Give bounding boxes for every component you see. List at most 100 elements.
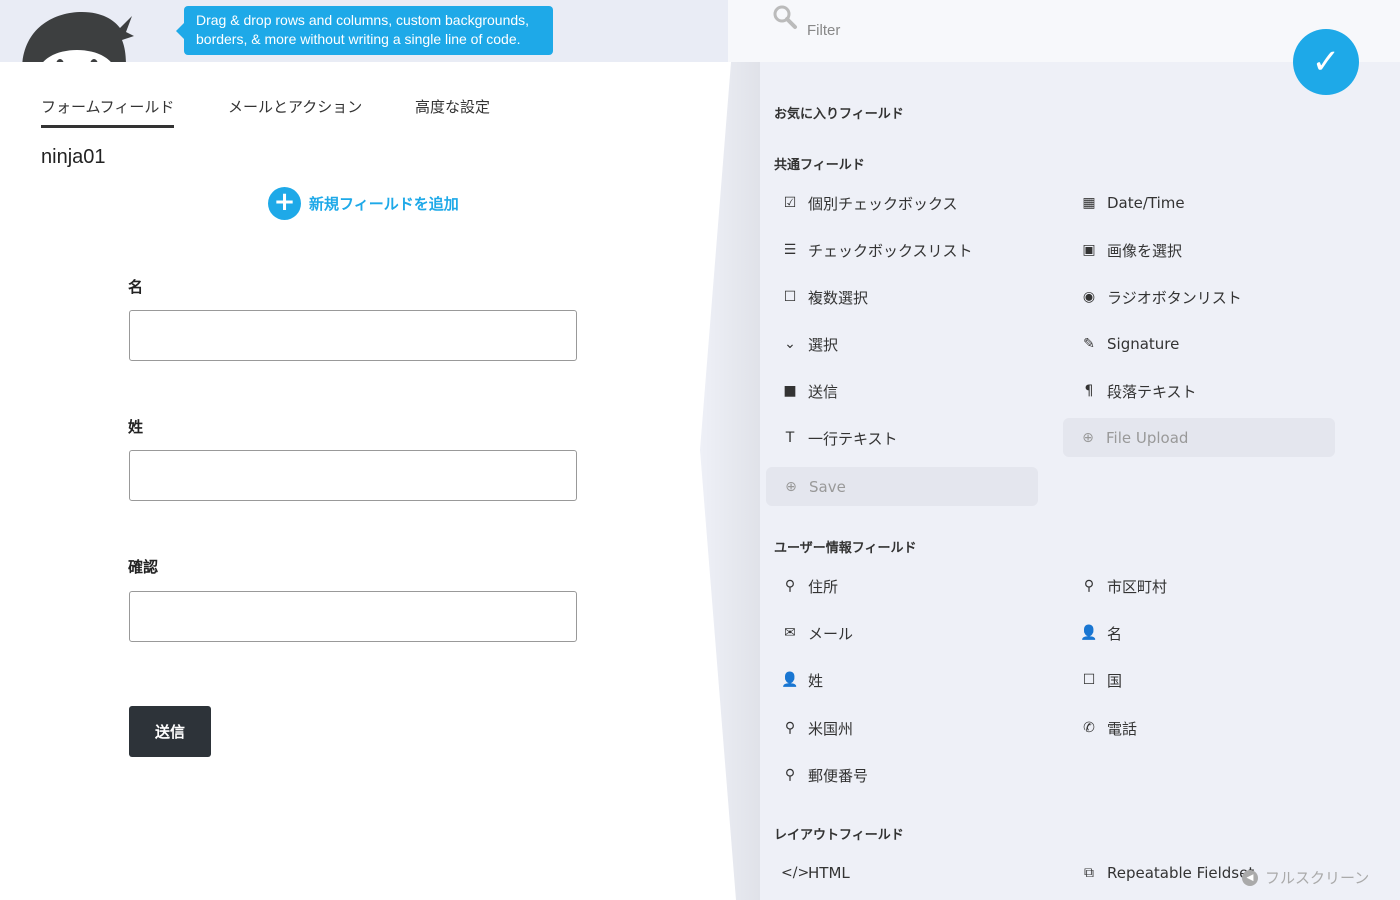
field-type-label: 名 [1107, 624, 1123, 643]
field-type-user-4[interactable]: 👤 姓 [781, 668, 823, 692]
field-type-user-6[interactable]: ⚲ 米国州 [781, 716, 853, 740]
field-type-common-3[interactable]: ▣ 画像を選択 [1080, 238, 1182, 262]
map-marker-icon: ⚲ [1083, 578, 1095, 594]
field-type-label: 米国州 [808, 719, 854, 738]
tab-emails-actions[interactable]: メールとアクション [228, 96, 362, 125]
field-type-layout-1[interactable]: ⧉ Repeatable Fieldset [1080, 861, 1254, 885]
ninja-logo [22, 10, 134, 62]
list-icon: ☰ [783, 242, 797, 258]
field-type-label: Signature [1107, 335, 1180, 353]
field-type-label: 国 [1107, 671, 1123, 690]
submit-button[interactable]: 送信 [129, 706, 211, 757]
field-type-common-11[interactable]: ⊕ File Upload [1063, 418, 1335, 457]
phone-icon: ✆ [1083, 720, 1095, 736]
field-type-label: 画像を選択 [1107, 241, 1183, 260]
done-button[interactable]: ✓ [1293, 29, 1359, 95]
map-marker-icon: ⚲ [784, 720, 796, 736]
field-type-label: 一行テキスト [808, 429, 898, 448]
user-icon: 👤 [1080, 625, 1098, 641]
field-type-common-4[interactable]: ☐ 複数選択 [781, 285, 868, 309]
check-icon: ✓ [1311, 43, 1341, 81]
field-type-common-12[interactable]: ⊕ Save [766, 467, 1038, 506]
field-type-label: Date/Time [1107, 194, 1185, 212]
paragraph-icon: ¶ [1084, 383, 1094, 399]
field-type-label: ラジオボタンリスト [1107, 288, 1242, 307]
square-icon: ☐ [783, 289, 797, 305]
field-type-user-0[interactable]: ⚲ 住所 [781, 574, 838, 598]
filter-input[interactable] [807, 22, 1107, 39]
upload-icon: ⊕ [1082, 429, 1094, 446]
checkbox-icon: ☑ [783, 195, 797, 211]
field-type-user-2[interactable]: ✉ メール [781, 621, 853, 645]
user-icon: 👤 [781, 672, 799, 688]
field-type-label: 個別チェックボックス [808, 194, 958, 213]
field-type-user-3[interactable]: 👤 名 [1080, 621, 1122, 645]
field-type-label: Repeatable Fieldset [1107, 864, 1255, 882]
arrow-left-icon: ◀ [1242, 869, 1258, 886]
field-label-last-name: 姓 [128, 418, 144, 436]
field-type-common-6[interactable]: ⌄ 選択 [781, 332, 838, 356]
favorites-heading: お気に入りフィールド [774, 107, 904, 122]
square-icon: ☐ [1082, 672, 1096, 688]
field-label-first-name: 名 [128, 278, 144, 296]
field-type-label: 住所 [808, 577, 839, 596]
field-type-user-8[interactable]: ⚲ 郵便番号 [781, 763, 868, 787]
save-icon: ⊕ [785, 478, 797, 495]
field-type-common-9[interactable]: ¶ 段落テキスト [1080, 379, 1197, 403]
field-type-label: 複数選択 [808, 288, 869, 307]
confirm-input[interactable] [129, 591, 577, 642]
field-type-layout-0[interactable]: </> HTML [781, 861, 850, 885]
image-icon: ▣ [1082, 242, 1096, 258]
add-field-button[interactable]: + 新規フィールドを追加 [268, 187, 459, 220]
field-type-label: 姓 [808, 671, 824, 690]
field-type-common-10[interactable]: T 一行テキスト [781, 426, 898, 450]
radio-icon: ◉ [1082, 289, 1096, 305]
field-type-label: 電話 [1107, 719, 1138, 738]
field-type-label: 市区町村 [1107, 577, 1168, 596]
field-type-user-7[interactable]: ✆ 電話 [1080, 716, 1137, 740]
field-type-label: Save [809, 477, 846, 496]
common-heading: 共通フィールド [774, 158, 865, 173]
promo-tooltip: Drag & drop rows and columns, custom bac… [176, 6, 553, 55]
field-type-label: File Upload [1106, 428, 1189, 447]
field-type-label: 段落テキスト [1107, 382, 1197, 401]
field-type-common-5[interactable]: ◉ ラジオボタンリスト [1080, 285, 1242, 309]
fullscreen-button[interactable]: ◀ フルスクリーン [1242, 867, 1369, 888]
search-icon [772, 4, 798, 36]
field-type-user-5[interactable]: ☐ 国 [1080, 668, 1122, 692]
field-type-label: 郵便番号 [808, 766, 869, 785]
field-type-label: HTML [808, 864, 850, 882]
panel-shadow [700, 0, 760, 900]
add-field-label: 新規フィールドを追加 [309, 195, 459, 213]
first-name-input[interactable] [129, 310, 577, 361]
plus-icon: + [268, 187, 301, 220]
form-title: ninja01 [41, 146, 106, 168]
field-type-label: メール [808, 624, 854, 643]
field-type-label: チェックボックスリスト [808, 241, 973, 260]
layout-heading: レイアウトフィールド [774, 828, 904, 843]
field-type-user-1[interactable]: ⚲ 市区町村 [1080, 574, 1167, 598]
text-icon: T [785, 430, 795, 446]
user-info-heading: ユーザー情報フィールド [774, 541, 917, 556]
tab-form-fields[interactable]: フォームフィールド [41, 96, 175, 128]
map-marker-icon: ⚲ [784, 578, 796, 594]
field-label-confirm: 確認 [128, 558, 159, 576]
fullscreen-label: フルスクリーン [1265, 869, 1370, 887]
field-type-common-1[interactable]: ▦ Date/Time [1080, 191, 1185, 215]
chevron-down-icon: ⌄ [784, 336, 796, 352]
field-type-common-0[interactable]: ☑ 個別チェックボックス [781, 191, 958, 215]
square-filled-icon: ■ [783, 383, 797, 399]
tab-advanced[interactable]: 高度な設定 [415, 96, 490, 125]
map-marker-icon: ⚲ [784, 767, 796, 783]
envelope-icon: ✉ [784, 625, 796, 641]
copy-icon: ⧉ [1084, 865, 1094, 881]
field-type-label: 選択 [808, 335, 839, 354]
calendar-icon: ▦ [1082, 195, 1096, 211]
field-type-common-7[interactable]: ✎ Signature [1080, 332, 1179, 356]
field-type-label: 送信 [808, 382, 839, 401]
edit-icon: ✎ [1083, 336, 1095, 352]
last-name-input[interactable] [129, 450, 577, 501]
field-type-common-8[interactable]: ■ 送信 [781, 379, 838, 403]
field-type-common-2[interactable]: ☰ チェックボックスリスト [781, 238, 973, 262]
code-icon: </> [781, 865, 810, 881]
